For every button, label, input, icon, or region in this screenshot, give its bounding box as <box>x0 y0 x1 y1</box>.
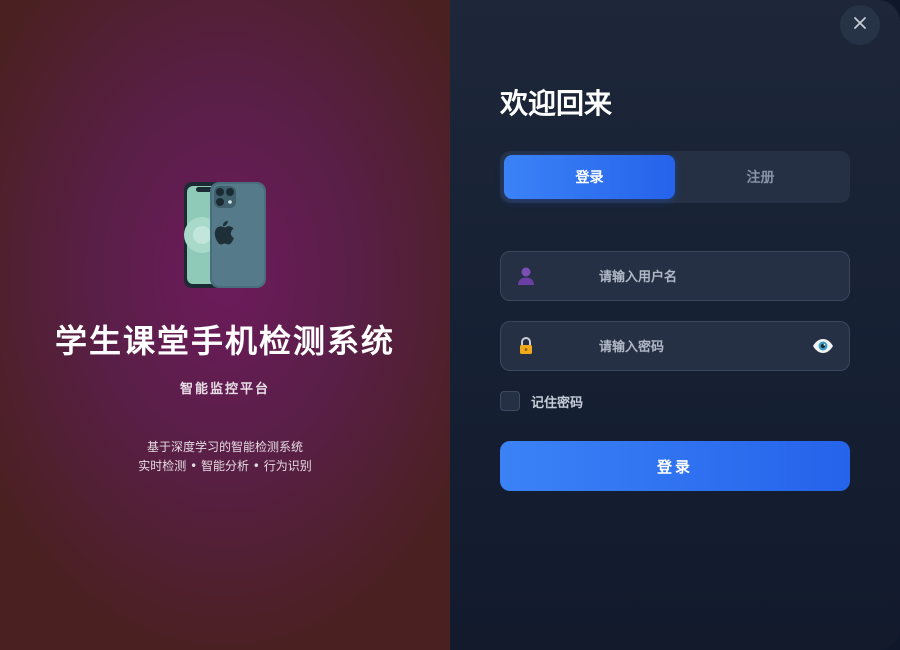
tab-register[interactable]: 注册 <box>675 155 846 199</box>
remember-password-checkbox[interactable] <box>500 391 520 411</box>
app-subtitle: 智能监控平台 <box>179 382 270 397</box>
password-field <box>500 321 850 372</box>
auth-tabs: 登录 注册 <box>500 151 850 203</box>
app-description-line1: 基于深度学习的智能检测系统 <box>146 440 303 454</box>
app-title: 学生课堂手机检测系统 <box>54 322 395 360</box>
close-button[interactable] <box>840 5 880 45</box>
eye-icon[interactable] <box>811 335 835 357</box>
username-field <box>500 251 850 302</box>
brand-panel: 学生课堂手机检测系统 智能监控平台 基于深度学习的智能检测系统 实时检测 • 智… <box>0 0 450 650</box>
password-input[interactable] <box>597 322 801 372</box>
username-input[interactable] <box>597 252 801 302</box>
remember-password-label: 记住密码 <box>531 395 584 411</box>
remember-password-row: 记住密码 <box>500 391 583 411</box>
tab-login[interactable]: 登录 <box>504 155 675 199</box>
login-submit-button[interactable]: 登录 <box>500 441 850 491</box>
app-description-line2: 实时检测 • 智能分析 • 行为识别 <box>138 459 312 473</box>
smartphone-icon <box>182 180 268 290</box>
user-icon <box>515 265 537 287</box>
login-window: 学生课堂手机检测系统 智能监控平台 基于深度学习的智能检测系统 实时检测 • 智… <box>0 0 900 650</box>
welcome-heading: 欢迎回来 <box>500 87 613 120</box>
lock-icon <box>515 335 537 357</box>
close-icon <box>852 15 868 35</box>
login-panel: 欢迎回来 登录 注册 请输入用户名 记住密码 登录 <box>450 0 900 650</box>
